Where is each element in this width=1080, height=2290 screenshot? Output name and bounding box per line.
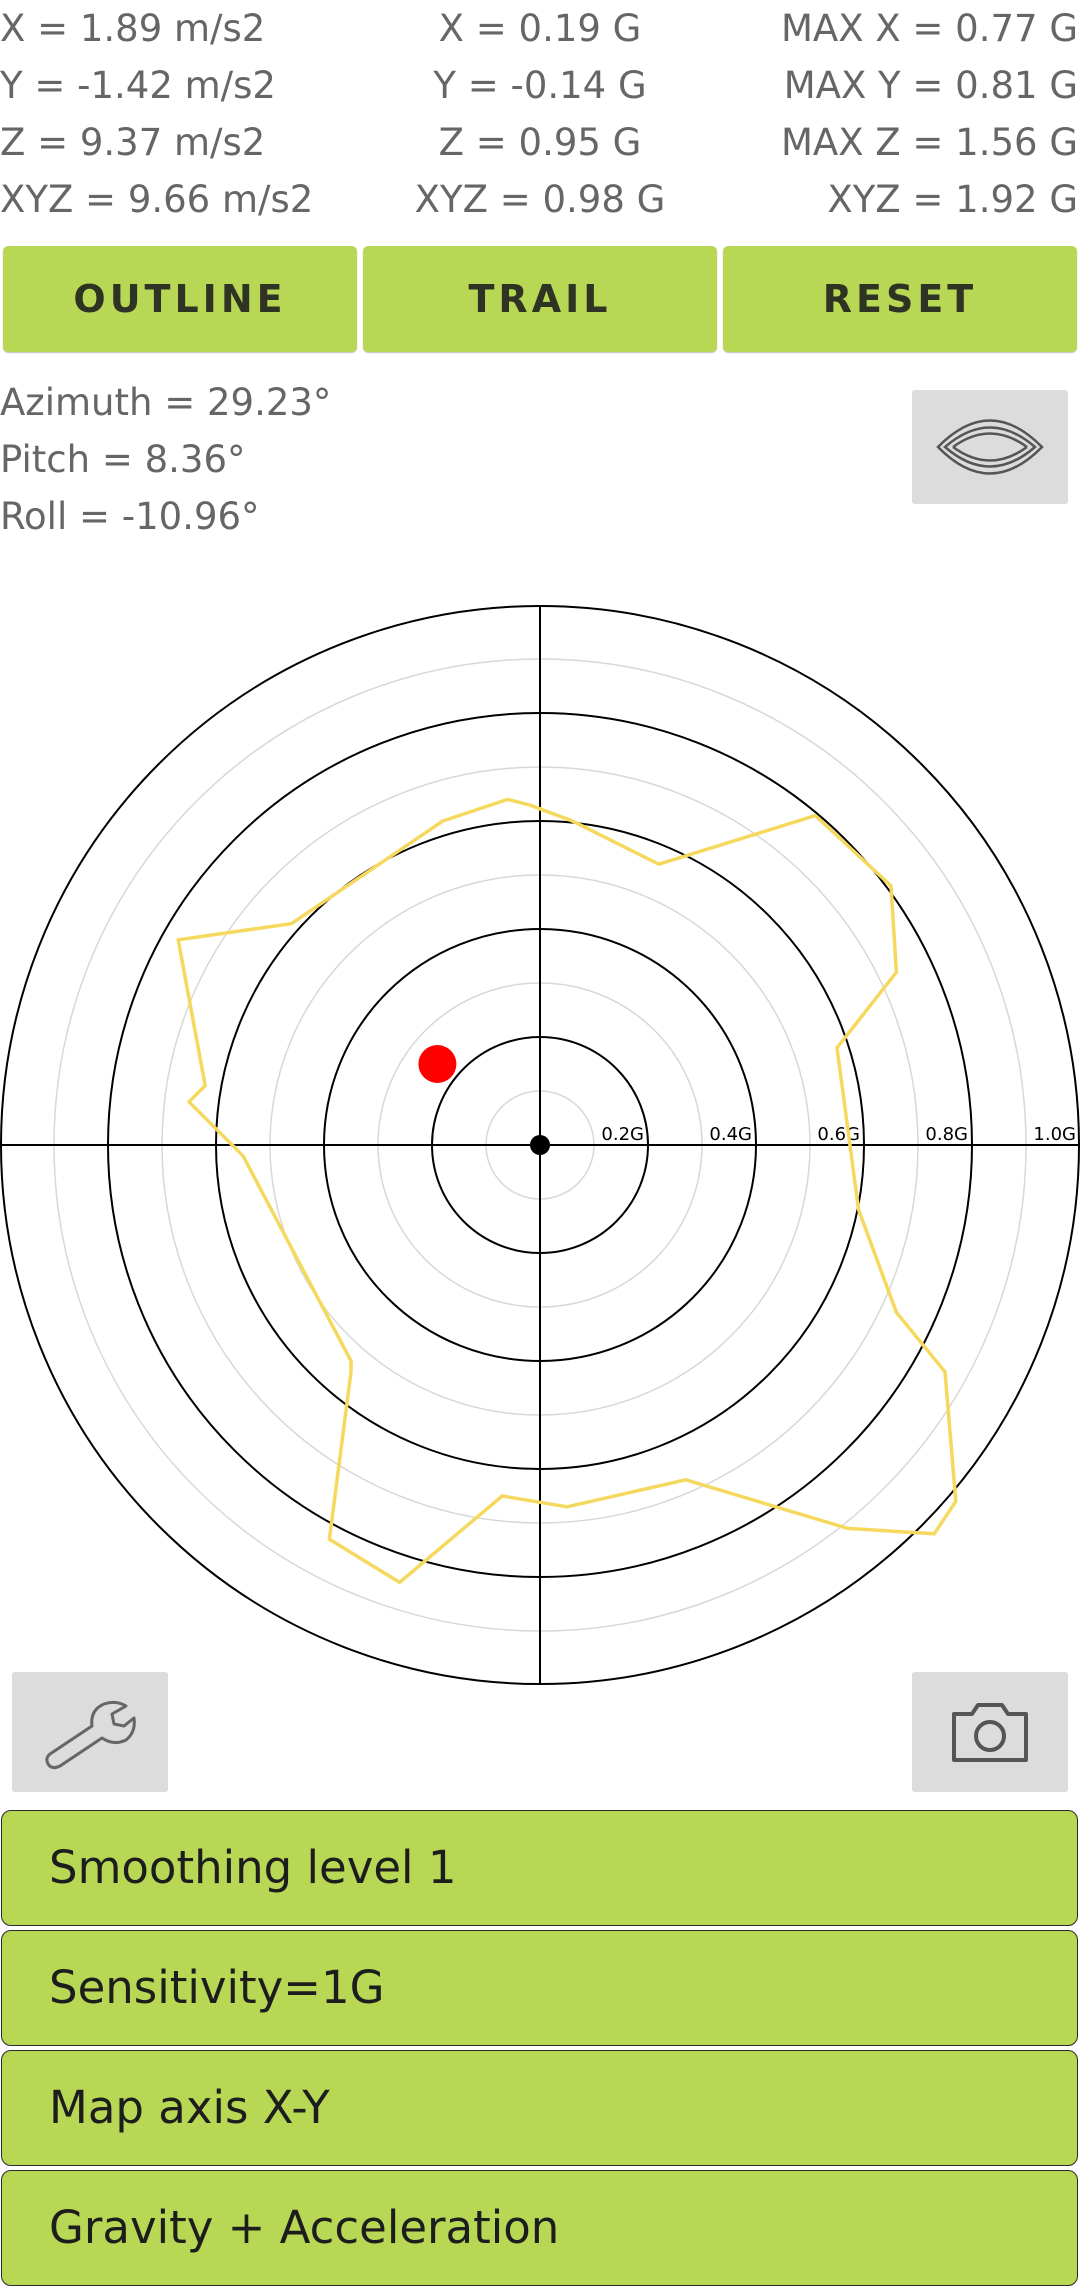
g-xyz: XYZ = 0.98 G [414,178,666,221]
accelerometer-radar-chart: 0.2G 0.4G 0.6G 0.8G 1.0G [0,605,1080,1685]
g-x: X = 0.19 G [438,7,642,50]
reset-button[interactable]: RESET [723,246,1077,352]
max-z: MAX Z = 1.56 G [780,121,1078,164]
trail-button[interactable]: TRAIL [363,246,717,352]
ms2-xyz: XYZ = 9.66 m/s2 [0,178,314,221]
smoothing-level-button[interactable]: Smoothing level 1 [1,1810,1078,1926]
max-xyz: XYZ = 1.92 G [827,178,1078,221]
ms2-z: Z = 9.37 m/s2 [0,121,266,164]
roll-label: Roll = -10.96° [0,495,260,538]
g-column: X = 0.19 G Y = -0.14 G Z = 0.95 G XYZ = … [360,0,720,228]
camera-button[interactable] [912,1672,1068,1792]
g-z: Z = 0.95 G [438,121,642,164]
ms2-x: X = 1.89 m/s2 [0,7,266,50]
current-acceleration-point [418,1045,457,1083]
gravity-mode-button[interactable]: Gravity + Acceleration [1,2170,1078,2286]
azimuth-label: Azimuth = 29.23° [0,381,332,424]
settings-button[interactable] [12,1672,168,1792]
ms2-y: Y = -1.42 m/s2 [0,64,276,107]
max-column: MAX X = 0.77 G MAX Y = 0.81 G MAX Z = 1.… [781,0,1078,228]
orientation-readouts: Azimuth = 29.23° Pitch = 8.36° Roll = -1… [0,374,331,545]
camera-icon [952,1703,1028,1762]
g-y: Y = -0.14 G [433,64,647,107]
ring-labels: 0.2G 0.4G 0.6G 0.8G 1.0G [601,1124,1076,1145]
ring-label: 0.8G [925,1124,968,1145]
outline-button[interactable]: OUTLINE [3,246,357,352]
max-y: MAX Y = 0.81 G [783,64,1078,107]
map-axis-button[interactable]: Map axis X-Y [1,2050,1078,2166]
ring-label: 0.6G [817,1124,860,1145]
view-toggle-icon [936,419,1044,475]
wrench-icon [45,1700,136,1770]
ring-label: 1.0G [1033,1124,1076,1145]
ring-label: 0.4G [709,1124,752,1145]
pitch-label: Pitch = 8.36° [0,438,246,481]
view-toggle-button[interactable] [912,390,1068,504]
max-x: MAX X = 0.77 G [780,7,1078,50]
center-dot [530,1135,550,1155]
ring-label: 0.2G [601,1124,644,1145]
ms2-column: X = 1.89 m/s2 Y = -1.42 m/s2 Z = 9.37 m/… [0,0,313,228]
readouts-panel: X = 1.89 m/s2 Y = -1.42 m/s2 Z = 9.37 m/… [0,0,1080,230]
sensitivity-button[interactable]: Sensitivity=1G [1,1930,1078,2046]
top-button-bar: OUTLINE TRAIL RESET [3,246,1077,352]
